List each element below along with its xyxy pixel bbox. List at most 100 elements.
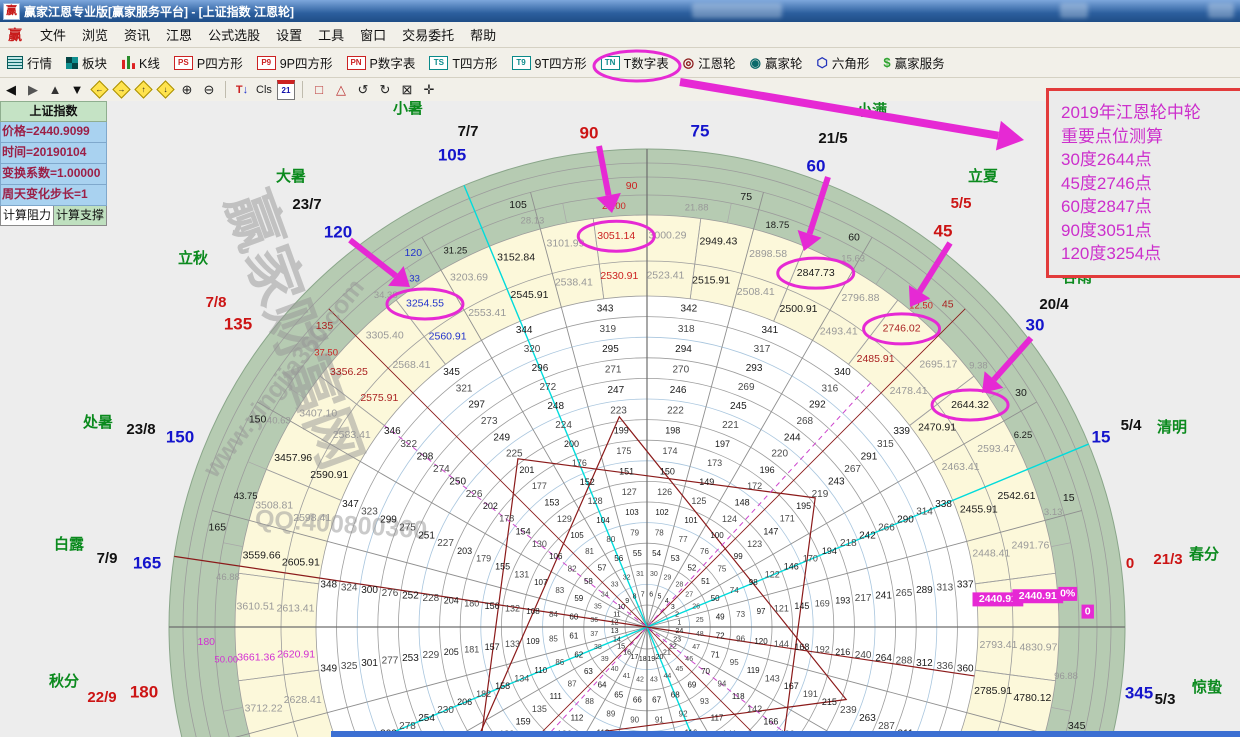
svg-text:103: 103	[625, 508, 639, 517]
toolbar-item-1[interactable]: 板块	[59, 51, 114, 75]
toolbar-item-4[interactable]: P99P四方形	[250, 51, 340, 75]
svg-text:168: 168	[794, 642, 809, 652]
svg-text:316: 316	[822, 383, 839, 394]
svg-text:174: 174	[663, 446, 678, 456]
svg-text:30: 30	[1026, 315, 1045, 334]
zoom-in-icon[interactable]: ⊕	[177, 80, 197, 99]
rotate-cw-icon[interactable]: ↻	[375, 80, 395, 99]
menu-item-7[interactable]: 窗口	[352, 23, 394, 46]
T数字表-icon: TN	[601, 56, 620, 70]
svg-text:217: 217	[855, 593, 872, 604]
svg-text:105: 105	[570, 531, 584, 540]
draw-square-icon[interactable]: □	[309, 80, 329, 99]
nav-right-icon[interactable]: ▶	[23, 80, 43, 99]
menu-item-3[interactable]: 江恩	[158, 23, 200, 46]
svg-text:105: 105	[509, 199, 527, 211]
toolbar-label: 六角形	[832, 53, 870, 72]
sep1-icon	[225, 81, 226, 98]
svg-text:130: 130	[532, 539, 547, 549]
svg-text:2530.91: 2530.91	[600, 270, 638, 282]
fit-view-icon[interactable]: ✛	[419, 80, 439, 99]
svg-text:276: 276	[382, 588, 399, 599]
menu-item-2[interactable]: 资讯	[116, 23, 158, 46]
toolbar-item-10[interactable]: ◉赢家轮	[743, 51, 810, 75]
svg-text:90: 90	[630, 716, 639, 725]
svg-text:21/5: 21/5	[818, 130, 847, 147]
calendar-tool-icon[interactable]: 21	[276, 80, 296, 99]
svg-text:100: 100	[710, 531, 724, 540]
menu-item-1[interactable]: 浏览	[74, 23, 116, 46]
svg-text:12: 12	[611, 620, 619, 627]
nav-up-icon[interactable]: ▲	[45, 80, 65, 99]
nav-down-icon[interactable]: ▼	[67, 80, 87, 99]
calc-support-button[interactable]: 计算支撑	[54, 206, 107, 226]
svg-text:95: 95	[730, 658, 739, 667]
svg-text:200: 200	[564, 439, 579, 449]
toolbar-label: 9T四方形	[535, 53, 587, 72]
svg-text:155: 155	[495, 562, 510, 572]
svg-text:80: 80	[606, 535, 615, 544]
menu-item-0[interactable]: 文件	[32, 23, 74, 46]
calc-resistance-button[interactable]: 计算阻力	[0, 206, 54, 226]
svg-text:2545.91: 2545.91	[511, 289, 549, 301]
pan-left-icon[interactable]: ←	[89, 80, 109, 99]
nav-left-icon[interactable]: ◀	[1, 80, 21, 99]
marquee-icon[interactable]: ⊠	[397, 80, 417, 99]
svg-text:2949.43: 2949.43	[699, 235, 737, 247]
T四方形-icon: TS	[429, 56, 448, 70]
svg-text:338: 338	[935, 499, 952, 510]
annotation-line-0: 2019年江恩轮中轮	[1061, 101, 1240, 125]
svg-text:2898.58: 2898.58	[749, 248, 787, 260]
menu-item-4[interactable]: 公式选股	[200, 23, 268, 46]
pan-right-icon[interactable]: →	[111, 80, 131, 99]
toolbar-item-11[interactable]: ⬡六角形	[809, 51, 876, 75]
svg-text:25: 25	[696, 617, 704, 624]
svg-text:120: 120	[324, 222, 352, 241]
svg-text:32: 32	[623, 575, 631, 582]
toolbar-item-2[interactable]: K线	[114, 51, 167, 75]
svg-text:24: 24	[675, 628, 683, 635]
svg-text:319: 319	[599, 324, 616, 335]
draw-triangle-icon[interactable]: △	[331, 80, 351, 99]
cls-tool-icon[interactable]: Cls	[254, 80, 274, 99]
toolbar-item-6[interactable]: TST四方形	[422, 51, 504, 75]
toolbar-item-8[interactable]: TNT数字表	[594, 51, 676, 75]
toolbar-item-12[interactable]: $赢家服务	[876, 51, 951, 75]
svg-text:41: 41	[623, 673, 631, 680]
rotate-ccw-icon[interactable]: ↺	[353, 80, 373, 99]
svg-text:7: 7	[641, 592, 645, 599]
svg-text:清明: 清明	[1157, 418, 1187, 436]
zoom-out-icon[interactable]: ⊖	[199, 80, 219, 99]
price-time-tool-icon[interactable]: T↓	[232, 80, 252, 99]
svg-text:43.75: 43.75	[234, 491, 258, 502]
toolbar-item-9[interactable]: ◎江恩轮	[676, 51, 743, 75]
toolbar-label: K线	[139, 53, 160, 72]
menu-item-6[interactable]: 工具	[310, 23, 352, 46]
svg-text:127: 127	[622, 487, 637, 497]
pan-up-icon[interactable]: ↑	[133, 80, 153, 99]
svg-text:346: 346	[384, 426, 401, 437]
pan-down-icon[interactable]: ↓	[155, 80, 175, 99]
svg-text:90: 90	[580, 123, 599, 142]
svg-text:203: 203	[457, 546, 472, 556]
svg-text:3356.25: 3356.25	[330, 366, 368, 378]
svg-text:177: 177	[532, 481, 547, 491]
svg-text:23/7: 23/7	[292, 196, 321, 213]
toolbar-item-3[interactable]: PSP四方形	[167, 51, 250, 75]
赢家服务-icon: $	[883, 56, 890, 70]
svg-text:5: 5	[658, 594, 662, 601]
toolbar-item-7[interactable]: T99T四方形	[505, 51, 594, 75]
menu-item-5[interactable]: 设置	[268, 23, 310, 46]
toolbar-item-0[interactable]: 行情	[0, 51, 59, 75]
svg-text:22: 22	[669, 644, 677, 651]
svg-text:37: 37	[590, 631, 598, 638]
svg-text:251: 251	[418, 530, 435, 541]
svg-text:148: 148	[735, 497, 750, 507]
menu-item-9[interactable]: 帮助	[462, 23, 504, 46]
svg-text:246: 246	[670, 385, 687, 396]
menu-item-8[interactable]: 交易委托	[394, 23, 462, 46]
svg-text:72: 72	[716, 632, 725, 641]
svg-text:172: 172	[747, 481, 762, 491]
toolbar-item-5[interactable]: PNP数字表	[340, 51, 423, 75]
svg-text:337: 337	[957, 580, 974, 591]
